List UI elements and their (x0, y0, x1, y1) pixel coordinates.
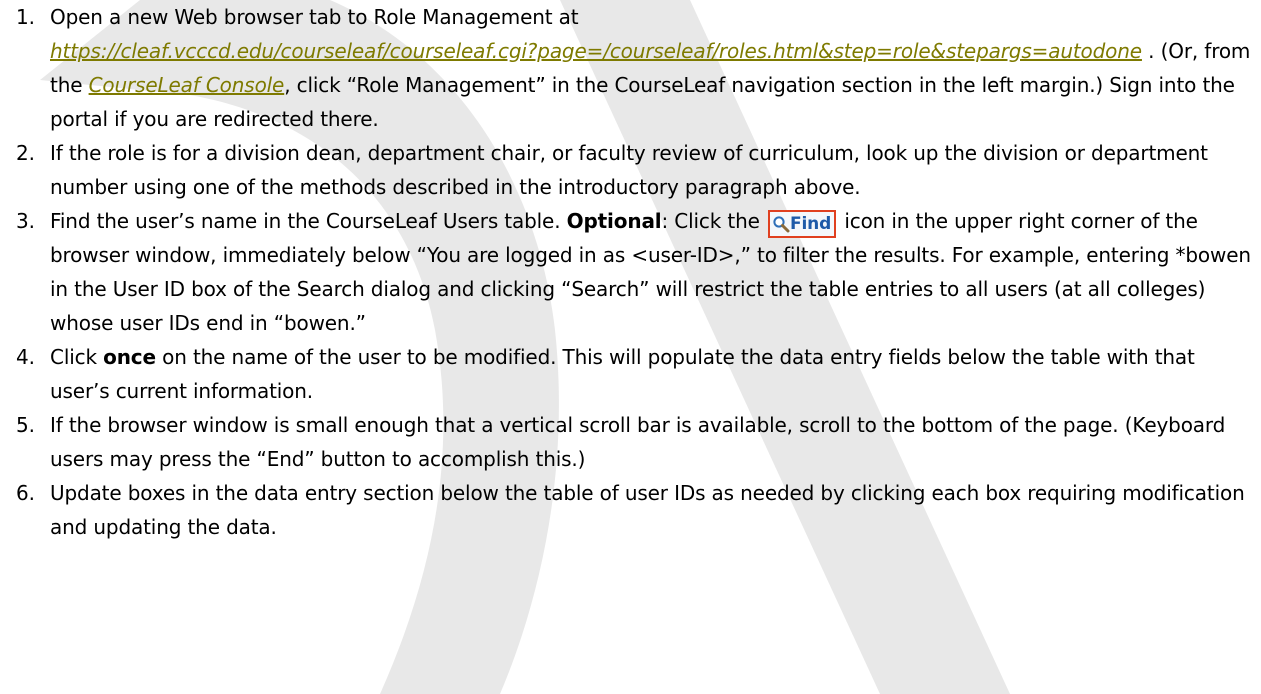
find-button-label: Find (790, 214, 832, 234)
step-4: 4. Click once on the name of the user to… (16, 340, 1256, 408)
step-text: on the name of the user to be modified. … (50, 345, 1195, 403)
step-text: Find the user’s name in the CourseLeaf U… (50, 209, 567, 233)
step-text: Click (50, 345, 104, 369)
step-5: 5. If the browser window is small enough… (16, 408, 1256, 476)
step-3: 3. Find the user’s name in the CourseLea… (16, 204, 1256, 340)
optional-label: Optional (566, 209, 662, 233)
step-1: 1. Open a new Web browser tab to Role Ma… (16, 0, 1256, 136)
step-6: 6. Update boxes in the data entry sectio… (16, 476, 1256, 544)
step-text: Open a new Web browser tab to Role Manag… (50, 5, 579, 29)
instruction-steps: 1. Open a new Web browser tab to Role Ma… (16, 0, 1256, 544)
once-emphasis: once (103, 345, 156, 369)
step-text: If the role is for a division dean, depa… (50, 141, 1208, 199)
step-text: : Click the (661, 209, 766, 233)
step-number: 6. (16, 481, 35, 505)
step-2: 2. If the role is for a division dean, d… (16, 136, 1256, 204)
step-number: 2. (16, 141, 35, 165)
role-management-url-link[interactable]: https://cleaf.vcccd.edu/courseleaf/cours… (50, 39, 1142, 63)
step-number: 3. (16, 209, 35, 233)
step-number: 5. (16, 413, 35, 437)
step-text: If the browser window is small enough th… (50, 413, 1226, 471)
find-button-image: Find (768, 210, 837, 238)
step-text: Update boxes in the data entry section b… (50, 481, 1245, 539)
courseleaf-console-link[interactable]: CourseLeaf Console (89, 73, 285, 97)
step-number: 4. (16, 345, 35, 369)
magnifier-icon (773, 216, 790, 233)
step-number: 1. (16, 5, 35, 29)
